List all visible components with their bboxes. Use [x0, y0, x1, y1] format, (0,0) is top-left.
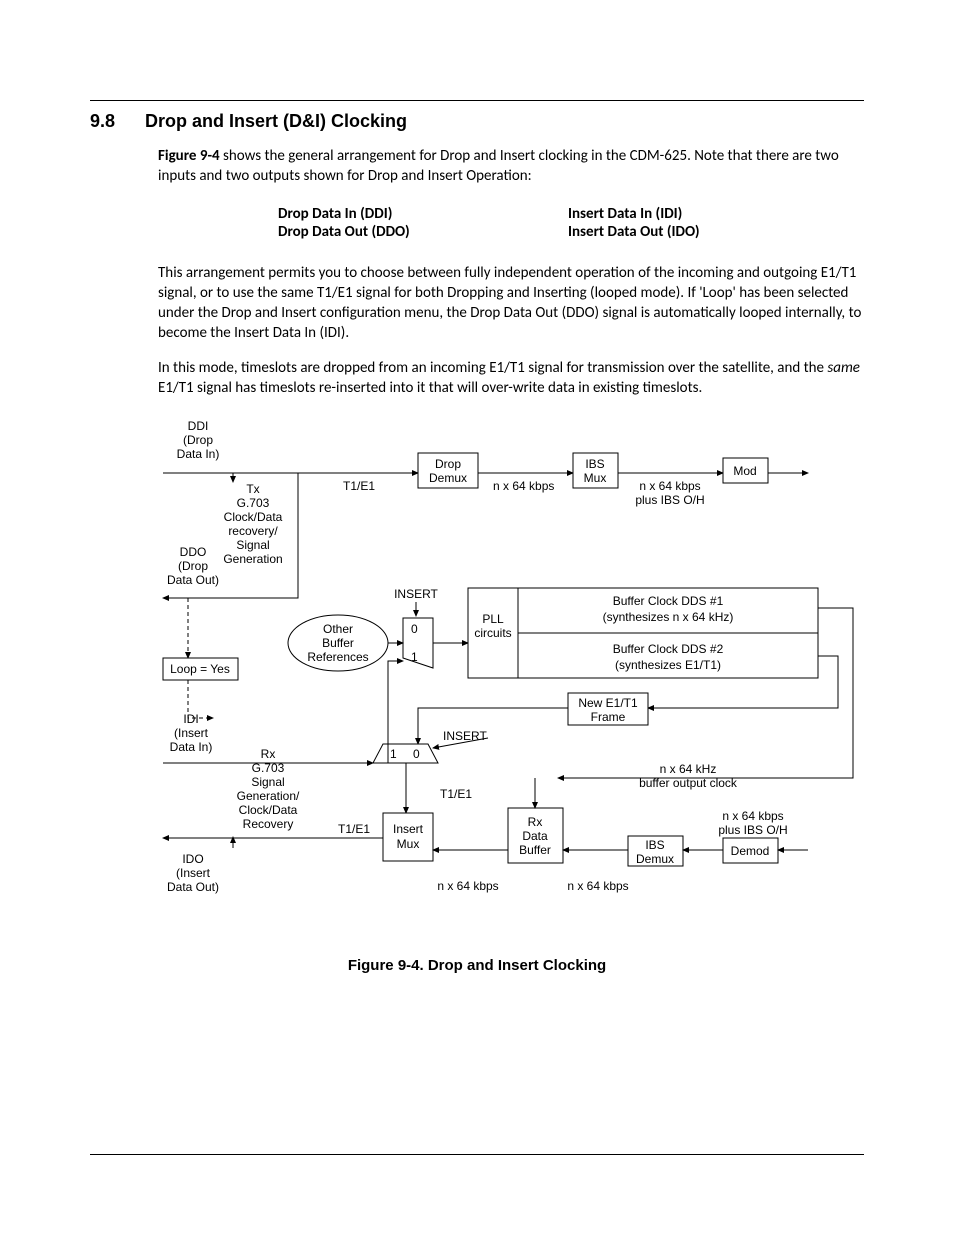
label-dds1b: (synthesizes n x 64 kHz) — [603, 610, 734, 624]
figure-caption: Figure 9-4. Drop and Insert Clocking — [90, 957, 864, 974]
label-idi3: Data In) — [170, 740, 213, 754]
label-nx64-2: n x 64 kbps — [437, 879, 498, 893]
label-idi2: (Insert — [174, 726, 209, 740]
signal-ido: Insert Data Out (IDO) — [568, 223, 818, 241]
label-nx64-3: n x 64 kbps — [567, 879, 628, 893]
label-nx64-1: n x 64 kbps — [493, 479, 554, 493]
arrow-newframe-mux2 — [418, 708, 568, 744]
label-ddi-1: DDI — [188, 419, 209, 433]
label-rx3: Signal — [251, 775, 284, 789]
label-nx64khz2: buffer output clock — [639, 776, 738, 790]
label-nx64oh2b: plus IBS O/H — [718, 823, 787, 837]
label-other2: Buffer — [322, 636, 354, 650]
label-sel1: 1 — [411, 650, 418, 664]
label-ibsdemux1: IBS — [645, 838, 664, 852]
label-tx5: Signal — [236, 538, 269, 552]
label-ibsdemux2: Demux — [636, 852, 674, 866]
label-insertmux1: Insert — [393, 822, 424, 836]
label-rxbuf2: Data — [522, 829, 548, 843]
label-rx1: Rx — [261, 747, 276, 761]
label-loop: Loop = Yes — [170, 662, 230, 676]
label-nx64oh1: n x 64 kbps — [639, 479, 700, 493]
para1-rest: shows the general arrangement for Drop a… — [158, 147, 839, 185]
label-nx64oh1b: plus IBS O/H — [635, 493, 704, 507]
label-ido1: IDO — [182, 852, 203, 866]
top-rule — [90, 100, 864, 101]
label-tx6: Generation — [223, 552, 282, 566]
label-nx64khz1: n x 64 kHz — [660, 762, 717, 776]
paragraph-1: Figure 9-4 shows the general arrangement… — [158, 146, 864, 187]
label-insert-mid: INSERT — [443, 729, 487, 743]
bottom-rule — [90, 1154, 864, 1155]
label-other3: References — [307, 650, 368, 664]
label-dds2b: (synthesizes E1/T1) — [615, 658, 721, 672]
label-newframe2: Frame — [591, 710, 626, 724]
label-ibsmux1: IBS — [585, 457, 604, 471]
label-rxbuf3: Buffer — [519, 843, 551, 857]
label-sel1b: 1 — [390, 747, 397, 761]
label-mod: Mod — [733, 464, 756, 478]
label-sel0b: 0 — [413, 747, 420, 761]
label-ddo1: DDO — [180, 545, 207, 559]
para1-boldlead: Figure 9-4 — [158, 147, 220, 165]
label-ido2: (Insert — [176, 866, 211, 880]
label-ddi-2: (Drop — [183, 433, 213, 447]
label-dropdemux2: Demux — [429, 471, 467, 485]
label-pll1: PLL — [482, 612, 504, 626]
label-demod: Demod — [731, 844, 770, 858]
paragraph-3: In this mode, timeslots are dropped from… — [158, 358, 864, 399]
signal-table: Drop Data In (DDI) Insert Data In (IDI) … — [278, 205, 864, 241]
label-tx3: Clock/Data — [224, 510, 283, 524]
label-rx6: Recovery — [243, 817, 294, 831]
label-rxbuf1: Rx — [528, 815, 543, 829]
label-ibsmux2: Mux — [584, 471, 607, 485]
label-tx4: recovery/ — [228, 524, 278, 538]
label-tx1: Tx — [246, 482, 259, 496]
label-pll2: circuits — [474, 626, 511, 640]
label-insertmux2: Mux — [397, 837, 420, 851]
signal-ddo: Drop Data Out (DDO) — [278, 223, 568, 241]
para3b: E1/T1 signal has timeslots re-inserted i… — [158, 379, 702, 397]
figure-9-4-diagram: DDI (Drop Data In) T1/E1 Tx G.703 Clock/… — [158, 418, 864, 943]
label-rx5: Clock/Data — [239, 803, 298, 817]
label-t1e1-3: T1/E1 — [338, 822, 370, 836]
para3-italic: same — [827, 359, 860, 377]
section-number: 9.8 — [90, 111, 140, 132]
label-dds1a: Buffer Clock DDS #1 — [613, 594, 724, 608]
label-nx64oh2: n x 64 kbps — [722, 809, 783, 823]
para3a: In this mode, timeslots are dropped from… — [158, 359, 827, 377]
signal-idi: Insert Data In (IDI) — [568, 205, 818, 223]
label-newframe1: New E1/T1 — [578, 696, 638, 710]
signal-ddi: Drop Data In (DDI) — [278, 205, 568, 223]
label-rx2: G.703 — [252, 761, 285, 775]
mux-top — [403, 618, 433, 668]
label-ddo3: Data Out) — [167, 573, 219, 587]
label-rx4: Generation/ — [237, 789, 300, 803]
label-other1: Other — [323, 622, 353, 636]
label-sel0: 0 — [411, 622, 418, 636]
section-heading: 9.8 Drop and Insert (D&I) Clocking — [90, 111, 864, 132]
paragraph-2: This arrangement permits you to choose b… — [158, 263, 864, 344]
label-ddi-3: Data In) — [177, 447, 220, 461]
label-t1e1-1: T1/E1 — [343, 479, 375, 493]
label-insert-top: INSERT — [394, 587, 438, 601]
label-t1e1-2: T1/E1 — [440, 787, 472, 801]
label-ddo2: (Drop — [178, 559, 208, 573]
section-title: Drop and Insert (D&I) Clocking — [145, 111, 407, 131]
label-dropdemux1: Drop — [435, 457, 461, 471]
label-ido3: Data Out) — [167, 880, 219, 894]
mux-mid — [373, 744, 438, 763]
label-dds2a: Buffer Clock DDS #2 — [613, 642, 724, 656]
label-idi1: IDI — [183, 712, 198, 726]
label-tx2: G.703 — [237, 496, 270, 510]
